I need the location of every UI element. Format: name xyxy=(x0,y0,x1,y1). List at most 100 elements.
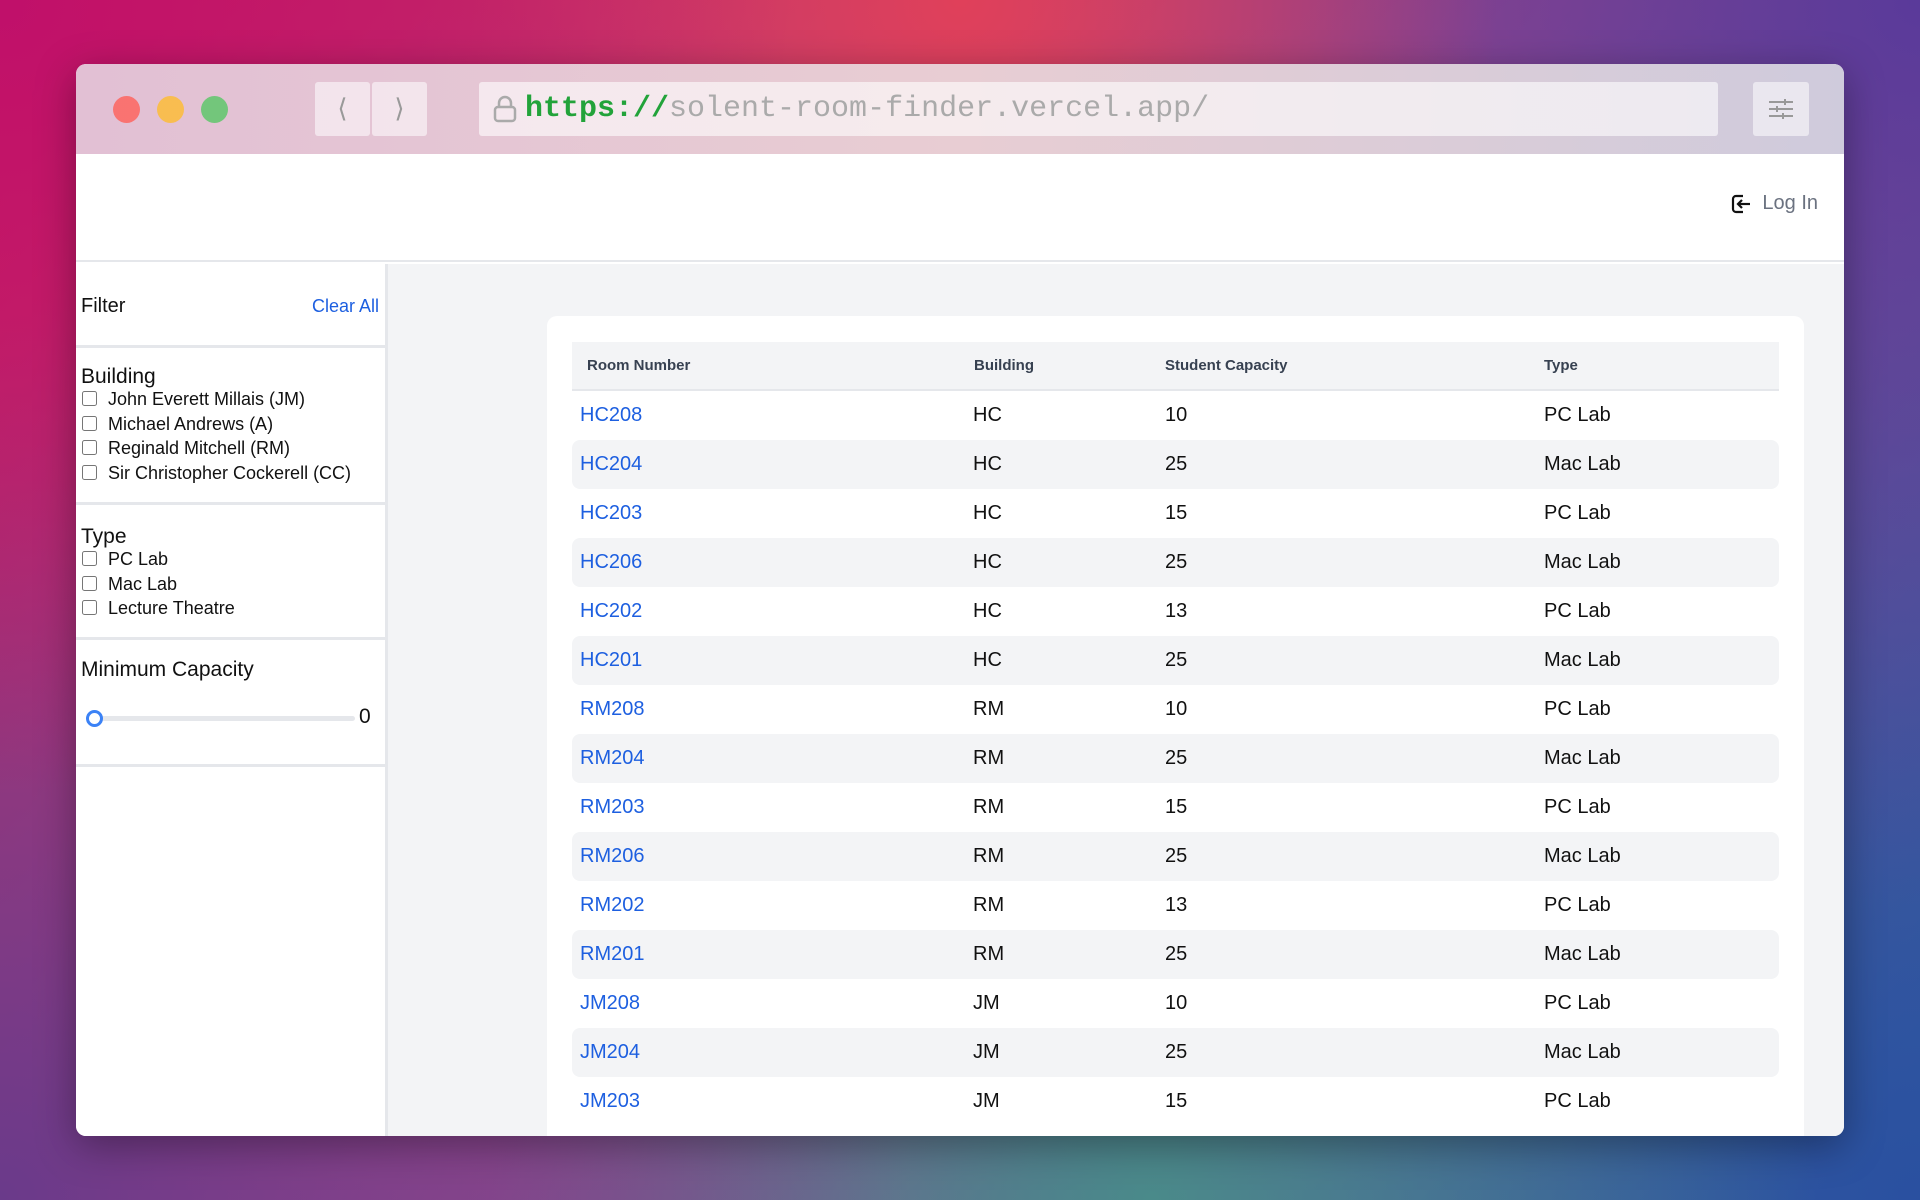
capacity-cell: 13 xyxy=(1165,600,1188,622)
building-cell: JM xyxy=(973,1090,1000,1112)
building-cell: HC xyxy=(973,502,1002,524)
forward-button[interactable]: ⟩ xyxy=(372,82,427,136)
building-cell: HC xyxy=(959,538,1150,587)
room-link[interactable]: RM202 xyxy=(580,894,644,916)
type-cell: PC Lab xyxy=(1544,796,1611,818)
room-link[interactable]: RM208 xyxy=(580,698,644,720)
table-row: HC206 HC 25 Mac Lab xyxy=(572,538,1779,587)
capacity-cell: 25 xyxy=(1150,734,1529,783)
building-checkbox[interactable] xyxy=(82,440,97,455)
capacity-filter: Minimum Capacity 0 xyxy=(76,640,385,767)
type-cell: Mac Lab xyxy=(1529,930,1779,979)
capacity-cell: 25 xyxy=(1150,832,1529,881)
building-cell: HC xyxy=(973,404,1002,426)
table-row: HC203 HC 15 PC Lab xyxy=(572,489,1779,538)
rooms-card: Room Number Building Student Capacity Ty… xyxy=(547,316,1804,1136)
slider-thumb[interactable] xyxy=(86,710,103,727)
capacity-slider[interactable] xyxy=(86,710,355,727)
room-link[interactable]: HC204 xyxy=(580,453,642,475)
filter-title: Filter xyxy=(81,295,126,317)
room-link[interactable]: RM203 xyxy=(580,796,644,818)
building-option-a[interactable]: Michael Andrews (A) xyxy=(81,414,379,439)
address-bar[interactable]: https://solent-room-finder.vercel.app/ xyxy=(479,82,1718,136)
site-header: Log In xyxy=(76,154,1844,262)
building-option-cc[interactable]: Sir Christopher Cockerell (CC) xyxy=(81,463,379,488)
login-label: Log In xyxy=(1762,192,1818,214)
type-cell: Mac Lab xyxy=(1529,538,1779,587)
room-link[interactable]: HC206 xyxy=(580,551,642,573)
type-cell: Mac Lab xyxy=(1529,832,1779,881)
table-row: JM204 JM 25 Mac Lab xyxy=(572,1028,1779,1077)
room-link[interactable]: JM204 xyxy=(580,1041,640,1063)
building-option-jm[interactable]: John Everett Millais (JM) xyxy=(81,389,379,414)
building-cell: RM xyxy=(959,832,1150,881)
type-cell: Mac Lab xyxy=(1529,440,1779,489)
type-filter: Type PC Lab Mac Lab Lecture Theatre xyxy=(76,505,385,640)
close-window-button[interactable] xyxy=(113,96,140,123)
building-checkbox[interactable] xyxy=(82,391,97,406)
table-row: RM208 RM 10 PC Lab xyxy=(572,685,1779,734)
table-row: HC208 HC 10 PC Lab xyxy=(572,391,1779,440)
capacity-cell: 10 xyxy=(1165,404,1188,426)
table-row: JM208 JM 10 PC Lab xyxy=(572,979,1779,1028)
type-cell: PC Lab xyxy=(1544,894,1611,916)
room-link[interactable]: HC203 xyxy=(580,502,642,524)
type-option-mac-lab[interactable]: Mac Lab xyxy=(81,574,379,599)
room-number-cell: RM206 xyxy=(572,832,959,881)
building-cell: RM xyxy=(973,796,1005,818)
building-cell: RM xyxy=(973,894,1005,916)
type-checkbox[interactable] xyxy=(82,551,97,566)
room-link[interactable]: RM201 xyxy=(580,943,644,965)
building-checkbox[interactable] xyxy=(82,415,97,431)
room-link[interactable]: JM208 xyxy=(580,992,640,1014)
building-cell: RM xyxy=(973,698,1005,720)
table-row: RM206 RM 25 Mac Lab xyxy=(572,832,1779,881)
room-link[interactable]: JM203 xyxy=(580,1090,640,1112)
type-cell: Mac Lab xyxy=(1529,636,1779,685)
capacity-cell: 10 xyxy=(1165,992,1188,1014)
capacity-cell: 15 xyxy=(1165,796,1188,818)
building-cell: HC xyxy=(973,600,1002,622)
building-cell: HC xyxy=(959,636,1150,685)
capacity-cell: 25 xyxy=(1150,1028,1529,1077)
type-option-lecture-theatre[interactable]: Lecture Theatre xyxy=(81,598,379,623)
building-cell: RM xyxy=(959,930,1150,979)
maximize-window-button[interactable] xyxy=(201,96,228,123)
table-row: HC202 HC 13 PC Lab xyxy=(572,587,1779,636)
table-row: HC204 HC 25 Mac Lab xyxy=(572,440,1779,489)
building-cell: HC xyxy=(959,440,1150,489)
clear-all-button[interactable]: Clear All xyxy=(312,296,379,317)
building-filter: Building John Everett Millais (JM) Micha… xyxy=(76,348,385,505)
minimize-window-button[interactable] xyxy=(157,96,184,123)
option-label: John Everett Millais (JM) xyxy=(108,389,306,409)
type-option-pc-lab[interactable]: PC Lab xyxy=(81,549,379,574)
login-button[interactable]: Log In xyxy=(1730,192,1818,215)
room-number-cell: RM203 xyxy=(572,783,959,832)
building-checkbox[interactable] xyxy=(82,464,97,480)
rooms-table: Room Number Building Student Capacity Ty… xyxy=(572,342,1779,1126)
column-header-building: Building xyxy=(959,342,1150,391)
table-row: RM203 RM 15 PC Lab xyxy=(572,783,1779,832)
type-checkbox[interactable] xyxy=(82,575,97,591)
table-row: JM203 JM 15 PC Lab xyxy=(572,1077,1779,1126)
table-row: RM201 RM 25 Mac Lab xyxy=(572,930,1779,979)
room-link[interactable]: RM206 xyxy=(580,845,644,867)
room-link[interactable]: RM204 xyxy=(580,747,644,769)
room-number-cell: HC208 xyxy=(572,391,959,440)
room-link[interactable]: HC202 xyxy=(580,600,642,622)
login-icon xyxy=(1732,194,1751,213)
url-scheme: https:// xyxy=(525,92,670,126)
room-link[interactable]: HC208 xyxy=(580,404,642,426)
room-link[interactable]: HC201 xyxy=(580,649,642,671)
column-header-room-number: Room Number xyxy=(572,342,959,391)
building-option-rm[interactable]: Reginald Mitchell (RM) xyxy=(81,438,379,463)
building-heading: Building xyxy=(81,365,156,388)
table-row: RM204 RM 25 Mac Lab xyxy=(572,734,1779,783)
browser-settings-button[interactable] xyxy=(1753,82,1809,136)
type-cell: PC Lab xyxy=(1544,1090,1611,1112)
type-cell: PC Lab xyxy=(1544,404,1611,426)
capacity-cell: 10 xyxy=(1165,698,1188,720)
building-cell: JM xyxy=(973,992,1000,1014)
back-button[interactable]: ⟨ xyxy=(315,82,370,136)
type-checkbox[interactable] xyxy=(82,600,97,615)
